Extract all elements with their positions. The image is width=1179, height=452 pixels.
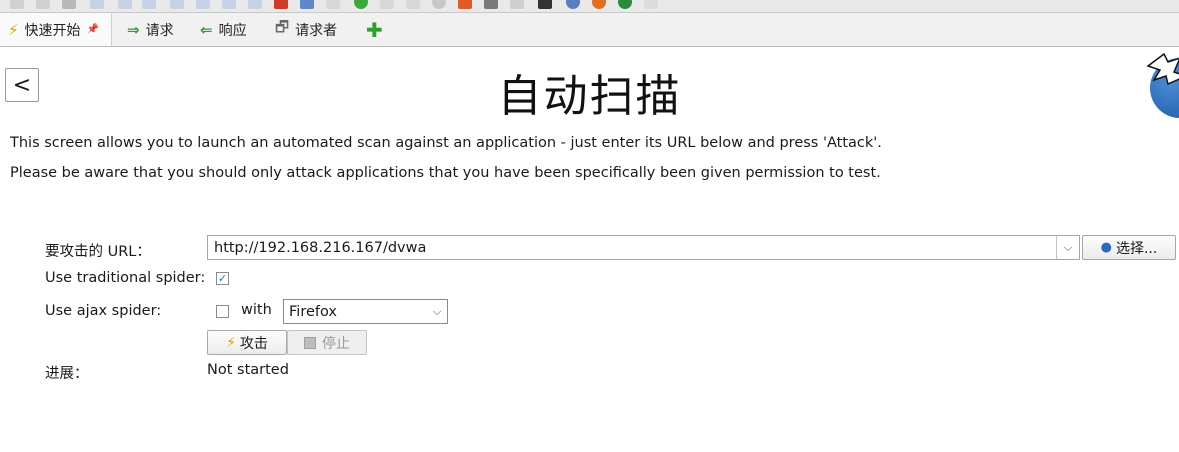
tab-response[interactable]: ⇐ 响应 bbox=[200, 13, 247, 46]
toolbar-icon[interactable] bbox=[406, 0, 420, 9]
toolbar-icon[interactable] bbox=[248, 0, 262, 9]
tab-requester[interactable]: 🗗 请求者 bbox=[275, 13, 337, 46]
toolbar-icon[interactable] bbox=[62, 0, 76, 9]
progress-status: Not started bbox=[207, 362, 289, 378]
description-line-2: Please be aware that you should only att… bbox=[10, 165, 881, 181]
toolbar-icon[interactable] bbox=[300, 0, 314, 9]
lightning-icon: ⚡ bbox=[8, 20, 19, 39]
lightning-icon: ⚡ bbox=[226, 334, 236, 351]
pin-icon[interactable]: 📌 bbox=[87, 24, 99, 35]
lightning-logo-icon bbox=[1146, 52, 1179, 86]
toolbar-icon[interactable] bbox=[380, 0, 394, 9]
globe-icon: ● bbox=[1100, 240, 1112, 255]
tab-label: 响应 bbox=[218, 22, 247, 39]
progress-label: 进展： bbox=[45, 366, 89, 382]
toolbar-icon[interactable] bbox=[618, 0, 632, 9]
stop-icon bbox=[304, 336, 316, 349]
attack-button[interactable]: ⚡ 攻击 bbox=[207, 330, 287, 355]
url-input[interactable] bbox=[208, 236, 1056, 259]
toolbar-icon[interactable] bbox=[90, 0, 104, 9]
arrow-left-icon: ⇐ bbox=[200, 20, 213, 39]
select-button-label: 选择... bbox=[1115, 240, 1158, 257]
with-label: with bbox=[241, 302, 272, 318]
toolbar-icon[interactable] bbox=[592, 0, 606, 9]
page-title: 自动扫描 bbox=[497, 71, 682, 122]
workspace-tabs: ⚡ 快速开始 📌 ⇒ 请求 ⇐ 响应 🗗 请求者 ✚ bbox=[0, 13, 1179, 47]
stop-button[interactable]: 停止 bbox=[287, 330, 367, 355]
requester-icon: 🗗 bbox=[275, 18, 290, 36]
toolbar-icon[interactable] bbox=[644, 0, 658, 9]
stop-button-label: 停止 bbox=[322, 335, 350, 352]
toolbar-icon[interactable] bbox=[566, 0, 580, 9]
toolbar-icon[interactable] bbox=[538, 0, 552, 9]
toolbar-icon[interactable] bbox=[118, 0, 132, 9]
select-button[interactable]: ● 选择... bbox=[1082, 235, 1176, 260]
toolbar-icon[interactable] bbox=[36, 0, 50, 9]
toolbar-icon[interactable] bbox=[458, 0, 472, 9]
add-tab-button[interactable]: ✚ bbox=[366, 13, 383, 46]
url-combobox[interactable]: ⌵ bbox=[207, 235, 1080, 260]
plus-icon: ✚ bbox=[366, 17, 383, 42]
toolbar-icon[interactable] bbox=[326, 0, 340, 9]
tab-label: 请求 bbox=[145, 22, 174, 39]
checkmark-icon: ✓ bbox=[217, 272, 228, 285]
toolbar-icon[interactable] bbox=[510, 0, 524, 9]
toolbar-icon[interactable] bbox=[10, 0, 24, 9]
chevron-down-icon[interactable]: ⌵ bbox=[1056, 236, 1079, 259]
toolbar-icon[interactable] bbox=[222, 0, 236, 9]
toolbar-icon[interactable] bbox=[170, 0, 184, 9]
toolbar-icon[interactable] bbox=[354, 0, 368, 9]
tab-label: 请求者 bbox=[295, 22, 338, 39]
ajax-spider-label: Use ajax spider: bbox=[45, 303, 162, 319]
arrow-right-icon: ⇒ bbox=[127, 20, 140, 39]
browser-select-value: Firefox bbox=[289, 303, 337, 320]
toolbar-icon[interactable] bbox=[274, 0, 288, 9]
chevron-down-icon: ⌵ bbox=[432, 304, 442, 318]
traditional-spider-label: Use traditional spider: bbox=[45, 270, 206, 286]
toolbar-icon[interactable] bbox=[432, 0, 446, 9]
browser-select[interactable]: Firefox ⌵ bbox=[283, 299, 448, 324]
toolbar-icon[interactable] bbox=[142, 0, 156, 9]
tab-quick-start[interactable]: ⚡ 快速开始 📌 bbox=[0, 13, 112, 46]
url-label: 要攻击的 URL： bbox=[45, 244, 151, 260]
toolbar-icon[interactable] bbox=[196, 0, 210, 9]
tab-label: 快速开始 bbox=[24, 22, 81, 39]
main-toolbar bbox=[0, 0, 1179, 13]
description-line-1: This screen allows you to launch an auto… bbox=[10, 135, 882, 151]
attack-button-label: 攻击 bbox=[239, 335, 268, 352]
toolbar-icon[interactable] bbox=[484, 0, 498, 9]
traditional-spider-checkbox[interactable]: ✓ bbox=[216, 272, 229, 285]
ajax-spider-checkbox[interactable] bbox=[216, 305, 229, 318]
tab-request[interactable]: ⇒ 请求 bbox=[127, 13, 174, 46]
